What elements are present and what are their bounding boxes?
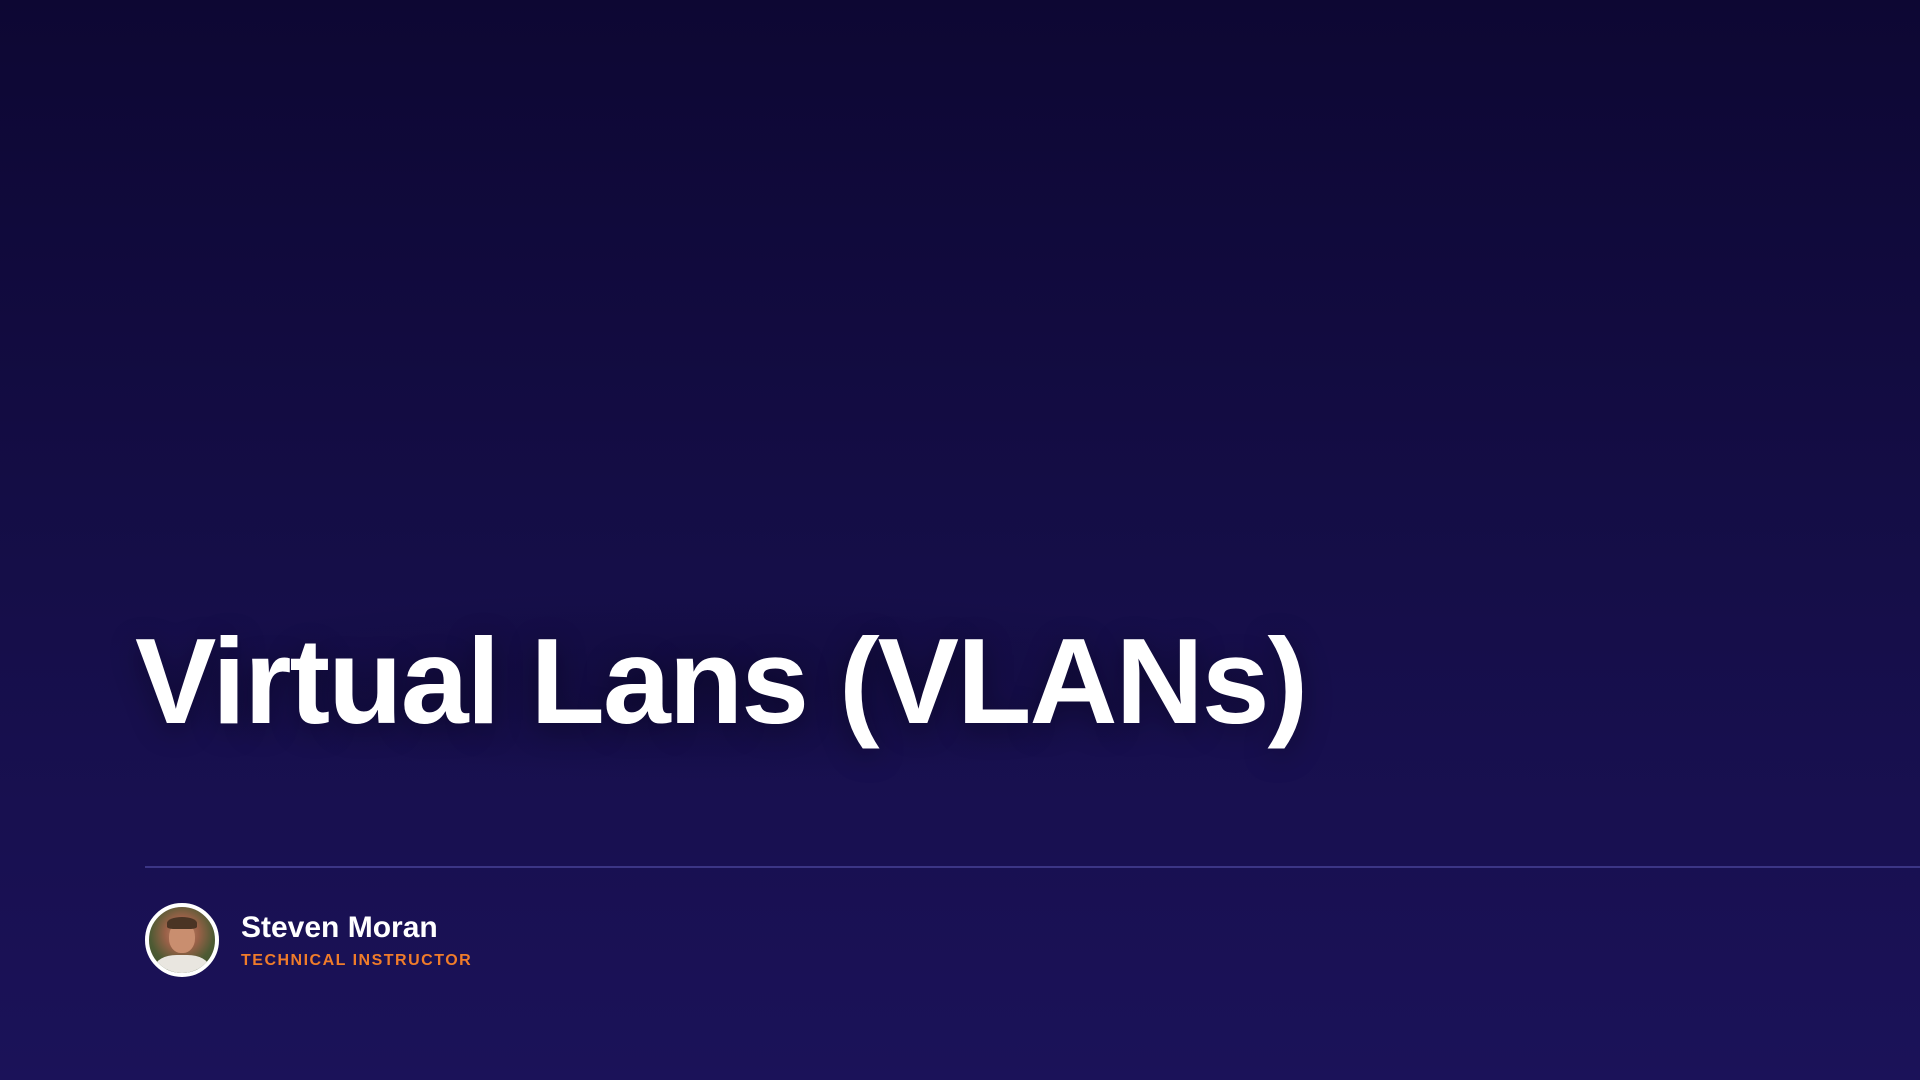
avatar-shirt <box>155 955 209 973</box>
slide-title: Virtual Lans (VLANs) <box>135 613 1308 749</box>
title-slide: Virtual Lans (VLANs) Steven Moran TECHNI… <box>0 0 1920 1080</box>
presenter-name: Steven Moran <box>241 910 438 944</box>
avatar-hair <box>167 917 197 929</box>
divider <box>145 866 1920 868</box>
presenter-block: Steven Moran TECHNICAL INSTRUCTOR <box>145 903 472 977</box>
presenter-info: Steven Moran TECHNICAL INSTRUCTOR <box>241 911 472 970</box>
avatar <box>145 903 219 977</box>
presenter-role: TECHNICAL INSTRUCTOR <box>241 951 473 969</box>
